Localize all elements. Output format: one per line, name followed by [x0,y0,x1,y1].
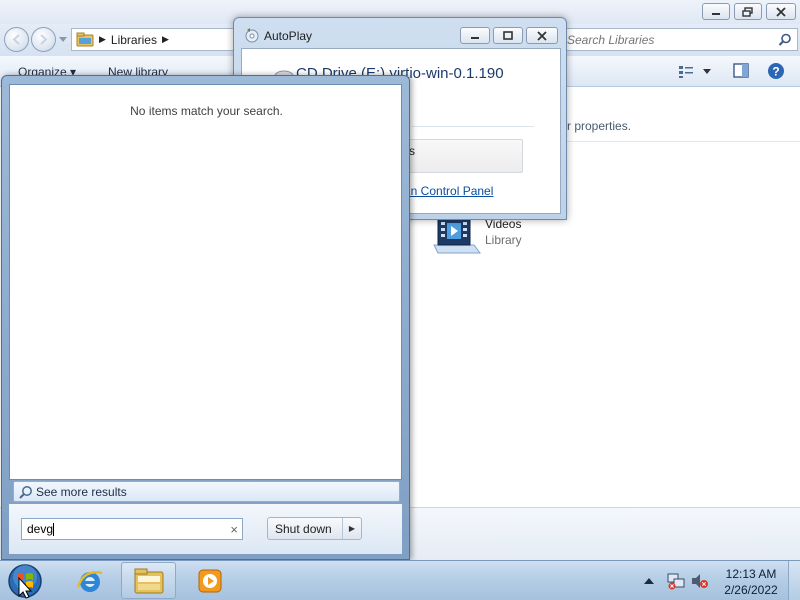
back-arrow-icon [12,34,20,45]
taskbar-windows-explorer[interactable] [121,562,176,599]
clock-time: 12:13 AM [725,567,777,581]
volume-muted-icon[interactable] [690,572,710,590]
autoplay-title: AutoPlay [264,29,313,43]
restore-icon [742,6,753,17]
close-icon [776,6,786,17]
explorer-folder-icon [134,568,163,593]
shutdown-label: Shut down [275,522,332,536]
media-player-icon [198,569,221,592]
explorer-minimize-button[interactable] [702,3,730,20]
forward-button[interactable] [31,27,56,52]
show-hidden-icons-icon[interactable] [644,577,654,585]
taskbar-media-player[interactable] [182,562,237,599]
explorer-search-box[interactable] [560,28,798,51]
back-button[interactable] [4,27,29,52]
close-icon [537,30,547,41]
start-search-value: devg [27,522,54,536]
start-menu: No items match your search. See more res… [1,75,410,560]
see-more-results-label: See more results [36,485,127,499]
see-more-results-button[interactable]: See more results [13,481,400,502]
view-options-dropdown-icon[interactable] [703,69,711,75]
taskbar-internet-explorer[interactable] [62,562,117,599]
start-button[interactable] [6,563,44,599]
recent-pages-dropdown-icon[interactable] [59,37,67,43]
windows-start-orb [8,564,42,599]
start-search-input[interactable]: devg × [21,518,243,540]
autoplay-option-button[interactable]: s [402,139,523,173]
shutdown-options-arrow-icon[interactable]: ▶ [342,518,361,539]
maximize-icon [503,30,513,40]
videos-library-type: Library [485,233,522,247]
clear-search-icon[interactable]: × [230,522,238,537]
forward-arrow-icon [40,34,48,45]
chevron-right-icon[interactable]: ▶ [162,34,169,45]
control-panel-link[interactable]: in Control Panel [408,184,493,198]
clock-date: 2/26/2022 [724,583,778,597]
autoplay-minimize-button[interactable] [460,27,490,44]
system-clock[interactable]: 12:13 AM 2/26/2022 [716,566,786,598]
search-input[interactable] [567,32,767,47]
autoplay-maximize-button[interactable] [493,27,523,44]
svg-text:?: ? [772,65,779,79]
libraries-folder-icon [76,32,94,47]
change-view-icon[interactable] [678,64,694,79]
autoplay-icon [245,28,259,43]
help-icon[interactable]: ? [767,62,785,80]
breadcrumb-libraries[interactable]: Libraries [111,33,157,47]
taskbar: 12:13 AM 2/26/2022 [0,560,800,600]
network-icon[interactable] [666,572,686,590]
preview-pane-icon[interactable] [733,63,749,78]
explorer-close-button[interactable] [766,3,796,20]
autoplay-close-button[interactable] [526,27,558,44]
shutdown-button[interactable]: Shut down ▶ [267,517,362,540]
minimize-icon [712,12,720,15]
search-icon [19,486,32,499]
videos-library-icon [433,218,481,254]
search-results-panel: No items match your search. [9,84,402,480]
minimize-icon [471,36,479,39]
show-desktop-button[interactable] [788,561,800,600]
text-caret [53,522,55,536]
videos-library-item[interactable]: Videos Library [430,215,570,259]
autoplay-divider [412,126,534,127]
explorer-restore-button[interactable] [734,3,762,20]
no-results-message: No items match your search. [130,104,283,118]
library-description: r properties. [567,119,632,133]
internet-explorer-icon [76,570,102,592]
search-icon[interactable] [778,33,792,47]
chevron-right-icon: ▶ [99,34,106,44]
start-menu-bottom-bar: devg × Shut down ▶ [9,504,402,554]
